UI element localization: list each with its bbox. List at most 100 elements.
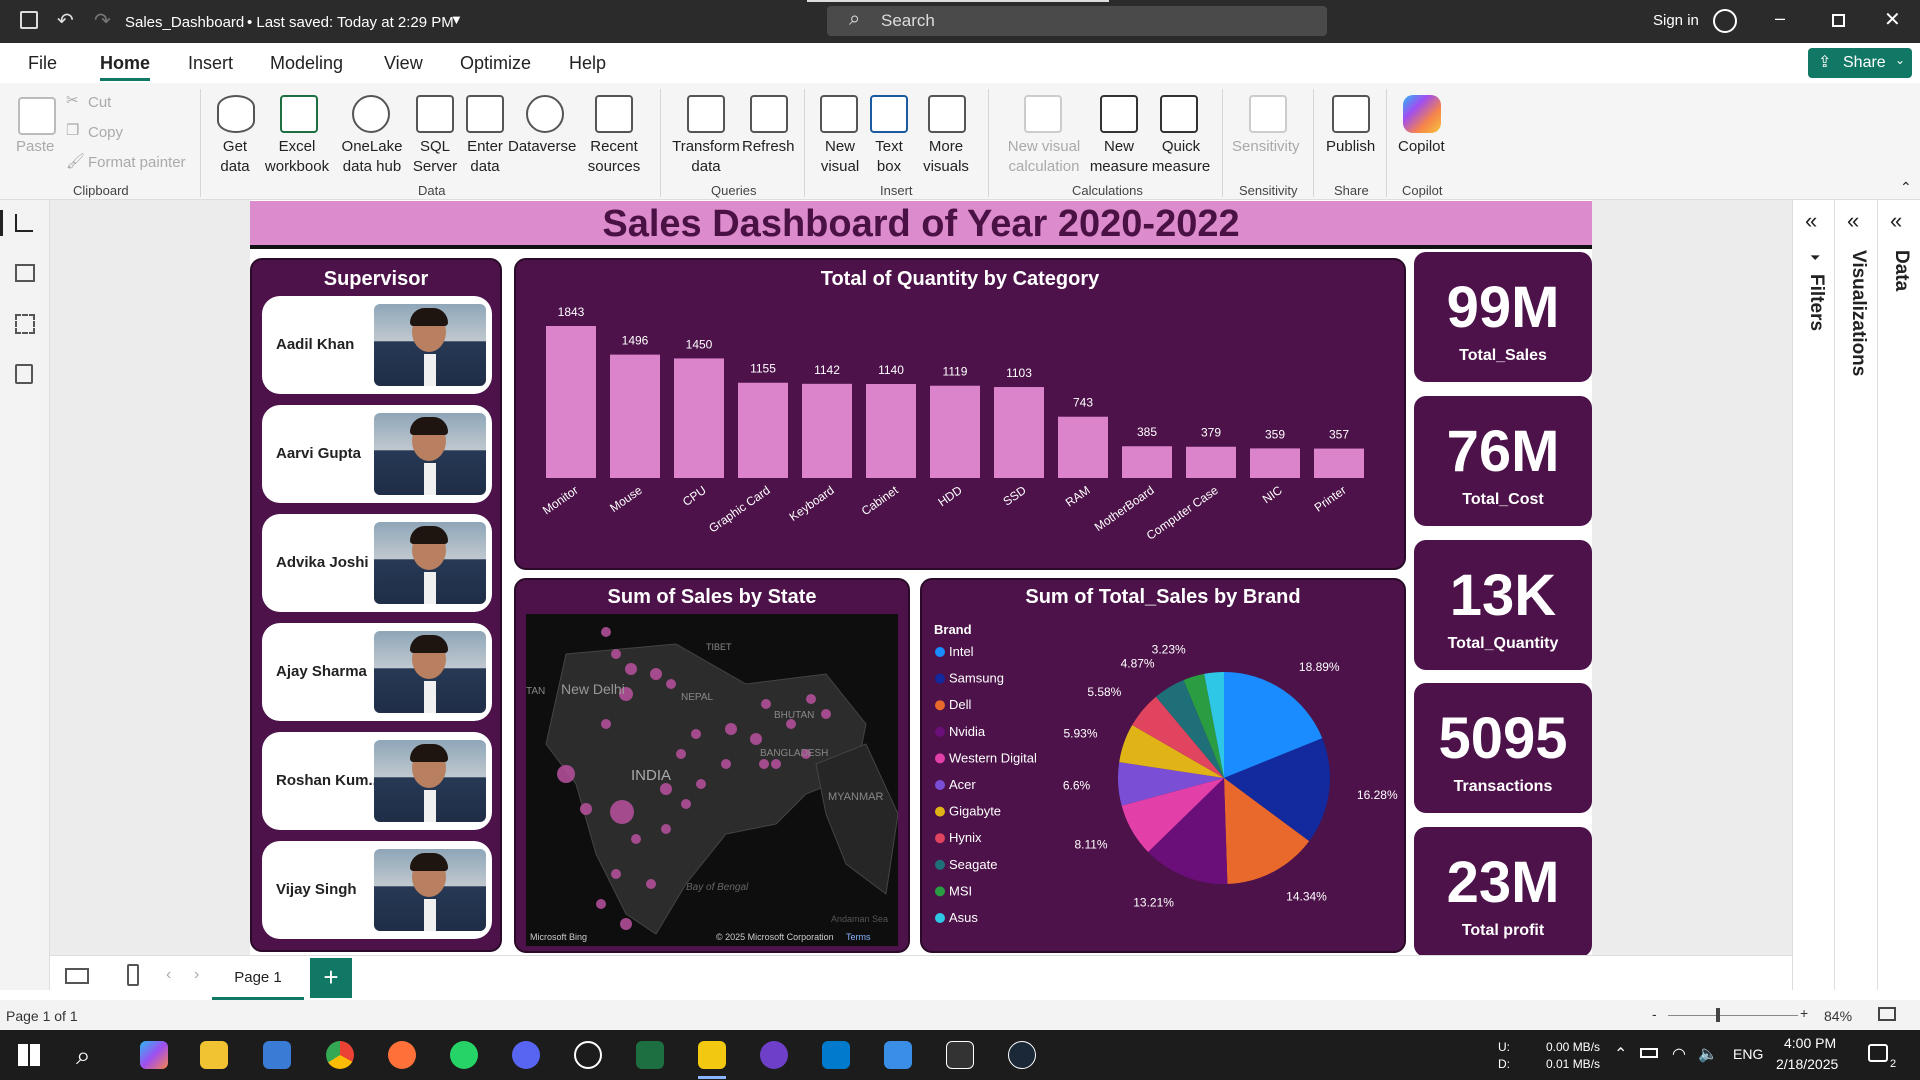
quick-measure-button[interactable]: Quick measure: [1150, 137, 1212, 177]
close-button[interactable]: ✕: [1884, 7, 1901, 32]
undo-icon[interactable]: ↶: [57, 8, 74, 33]
menu-file[interactable]: File: [28, 53, 57, 74]
battery-icon[interactable]: [1640, 1048, 1658, 1058]
search-input[interactable]: ⌕ Search: [827, 6, 1327, 36]
zoom-out-button[interactable]: -: [1652, 1006, 1657, 1022]
previous-page-icon[interactable]: ‹: [166, 966, 171, 984]
file-explorer-icon[interactable]: [200, 1041, 228, 1069]
bar-chart-panel[interactable]: Total of Quantity by Category 1843 Monito…: [514, 258, 1406, 570]
copilot-app-icon[interactable]: [140, 1041, 168, 1069]
redo-icon[interactable]: ↷: [94, 8, 111, 33]
kpi-card[interactable]: 23M Total profit: [1414, 827, 1592, 957]
supervisor-card[interactable]: Vijay Singh: [262, 841, 492, 939]
excel-workbook-button[interactable]: Excel workbook: [262, 137, 332, 177]
clock-date[interactable]: 2/18/2025: [1776, 1056, 1838, 1072]
new-visual-calc-button[interactable]: New visual calculation: [998, 137, 1090, 177]
refresh-button[interactable]: Refresh: [742, 137, 795, 157]
menu-home[interactable]: Home: [100, 53, 150, 74]
new-visual-button[interactable]: New visual: [814, 137, 866, 177]
filters-pane-tab[interactable]: Filters: [1805, 274, 1827, 331]
windows-start-icon[interactable]: [18, 1044, 40, 1066]
language-indicator[interactable]: ENG: [1733, 1046, 1763, 1062]
text-box-button[interactable]: Text box: [868, 137, 910, 177]
supervisor-card[interactable]: Aarvi Gupta: [262, 405, 492, 503]
dax-query-icon[interactable]: [15, 364, 33, 384]
kpi-card[interactable]: 99M Total_Sales: [1414, 252, 1592, 382]
more-visuals-button[interactable]: More visuals: [916, 137, 976, 177]
next-page-icon[interactable]: ›: [194, 966, 199, 984]
supervisor-card[interactable]: Advika Joshi: [262, 514, 492, 612]
microsoft-store-icon[interactable]: [263, 1041, 291, 1069]
cut-button[interactable]: Cut: [88, 93, 111, 113]
map-panel[interactable]: Sum of Sales by State TIBET New Delhi NE…: [514, 578, 910, 953]
chevron-down-icon[interactable]: ▼: [450, 12, 463, 27]
dataverse-button[interactable]: Dataverse: [508, 137, 576, 157]
expand-visualizations-icon[interactable]: «: [1847, 208, 1859, 234]
power-bi-icon[interactable]: [698, 1041, 726, 1069]
wifi-icon[interactable]: ◠: [1672, 1044, 1686, 1064]
copy-button[interactable]: Copy: [88, 123, 123, 143]
supervisor-card[interactable]: Ajay Sharma: [262, 623, 492, 721]
zoom-level[interactable]: 84%: [1824, 1008, 1852, 1024]
table-view-icon[interactable]: [15, 264, 35, 282]
expand-data-icon[interactable]: «: [1890, 208, 1902, 234]
notification-icon[interactable]: [1868, 1044, 1888, 1062]
save-icon[interactable]: [20, 11, 38, 29]
chrome-icon[interactable]: [326, 1041, 354, 1069]
clock-time[interactable]: 4:00 PM: [1784, 1035, 1836, 1051]
excel-app-icon[interactable]: [636, 1041, 664, 1069]
vscode-icon[interactable]: [822, 1041, 850, 1069]
menu-modeling[interactable]: Modeling: [270, 53, 343, 74]
account-icon[interactable]: [1713, 9, 1737, 33]
transform-data-button[interactable]: Transform data: [670, 137, 742, 177]
recent-sources-button[interactable]: Recent sources: [584, 137, 644, 177]
kpi-card[interactable]: 13K Total_Quantity: [1414, 540, 1592, 670]
epic-games-icon[interactable]: [946, 1041, 974, 1069]
add-page-button[interactable]: +: [310, 958, 352, 998]
zoom-in-button[interactable]: +: [1800, 1005, 1808, 1021]
steam-icon[interactable]: [1008, 1041, 1036, 1069]
report-view-icon[interactable]: [15, 214, 33, 232]
mobile-layout-icon[interactable]: [127, 964, 139, 986]
kpi-card[interactable]: 5095 Transactions: [1414, 683, 1592, 813]
publish-button[interactable]: Publish: [1326, 137, 1375, 157]
chevron-up-icon[interactable]: ⌃: [1614, 1044, 1627, 1064]
desktop-layout-icon[interactable]: [65, 968, 89, 984]
volume-icon[interactable]: 🔈: [1698, 1044, 1718, 1064]
visualizations-pane-tab[interactable]: Visualizations: [1847, 250, 1869, 376]
supervisor-card[interactable]: Roshan Kum...: [262, 732, 492, 830]
menu-insert[interactable]: Insert: [188, 53, 233, 74]
menu-view[interactable]: View: [384, 53, 423, 74]
get-data-button[interactable]: Get data: [210, 137, 260, 177]
discord-icon[interactable]: [512, 1041, 540, 1069]
pie-chart-panel[interactable]: Sum of Total_Sales by Brand Brand 18.89%…: [920, 578, 1406, 953]
sign-in-link[interactable]: Sign in: [1653, 12, 1699, 29]
sql-server-button[interactable]: SQL Server: [412, 137, 458, 177]
snipping-tool-icon[interactable]: [884, 1041, 912, 1069]
model-view-icon[interactable]: [15, 314, 35, 334]
fit-to-page-icon[interactable]: [1878, 1007, 1896, 1021]
collapse-ribbon-icon[interactable]: ⌃: [1900, 179, 1912, 196]
search-icon[interactable]: ⌕: [76, 1040, 91, 1072]
zoom-slider-thumb[interactable]: [1716, 1008, 1720, 1022]
minimize-button[interactable]: –: [1775, 8, 1785, 29]
supervisor-card[interactable]: Aadil Khan: [262, 296, 492, 394]
enter-data-button[interactable]: Enter data: [461, 137, 509, 177]
chatgpt-icon[interactable]: [574, 1041, 602, 1069]
menu-help[interactable]: Help: [569, 53, 606, 74]
onelake-button[interactable]: OneLake data hub: [332, 137, 412, 177]
share-button[interactable]: ⇪ Share ⌄: [1808, 48, 1912, 78]
sensitivity-button[interactable]: Sensitivity: [1232, 137, 1300, 157]
format-painter-button[interactable]: Format painter: [88, 153, 186, 173]
firefox-icon[interactable]: [388, 1041, 416, 1069]
data-pane-tab[interactable]: Data: [1890, 250, 1912, 291]
paste-button[interactable]: Paste: [16, 137, 54, 157]
new-measure-button[interactable]: New measure: [1088, 137, 1150, 177]
expand-filters-icon[interactable]: «: [1805, 208, 1817, 234]
zoom-slider[interactable]: [1668, 1015, 1798, 1016]
tab-page-1[interactable]: Page 1: [212, 956, 304, 1000]
copilot-button[interactable]: Copilot: [1398, 137, 1445, 157]
kpi-card[interactable]: 76M Total_Cost: [1414, 396, 1592, 526]
maximize-button[interactable]: [1832, 14, 1845, 27]
map-visual[interactable]: TIBET New Delhi NEPAL BHUTAN BANGLADESH …: [526, 614, 898, 946]
